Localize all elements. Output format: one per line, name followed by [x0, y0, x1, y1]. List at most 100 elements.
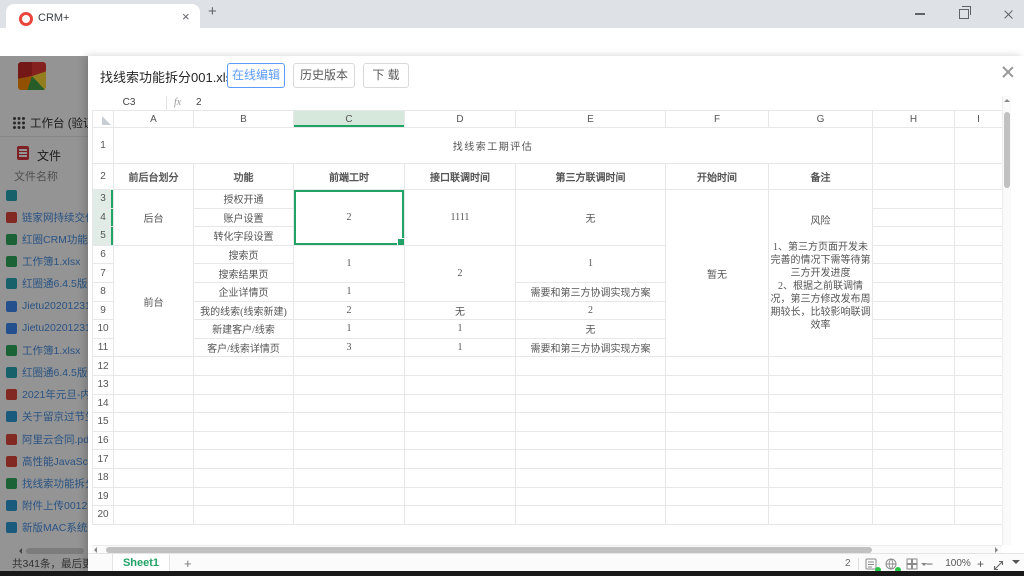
empty-cell[interactable]	[769, 468, 873, 487]
empty-cell[interactable]	[194, 506, 294, 525]
cell-b8[interactable]: 企业详情页	[194, 282, 294, 301]
empty-cell[interactable]	[955, 487, 1003, 506]
header-cell-a2[interactable]: 前后台划分	[114, 164, 194, 190]
fullscreen-icon[interactable]	[993, 558, 1007, 572]
row-header-8[interactable]: 8	[93, 282, 114, 301]
save-status-icon[interactable]	[865, 557, 879, 571]
empty-cell[interactable]	[516, 357, 666, 376]
empty-cell[interactable]	[873, 413, 955, 432]
row-header-13[interactable]: 13	[93, 375, 114, 394]
empty-cell[interactable]	[405, 431, 516, 450]
empty-cell[interactable]	[294, 413, 405, 432]
empty-cell[interactable]	[666, 487, 769, 506]
empty-cell[interactable]	[955, 413, 1003, 432]
empty-cell[interactable]	[955, 320, 1003, 339]
zoom-in-button[interactable]: +	[977, 557, 984, 571]
vertical-scrollbar[interactable]	[1002, 96, 1011, 545]
row-header-11[interactable]: 11	[93, 338, 114, 357]
empty-cell[interactable]	[666, 394, 769, 413]
window-close-button[interactable]	[988, 0, 1024, 28]
empty-cell[interactable]	[873, 282, 955, 301]
empty-cell[interactable]	[955, 375, 1003, 394]
collapse-caret-icon[interactable]	[1012, 560, 1020, 564]
empty-cell[interactable]	[955, 227, 1003, 246]
col-header-c[interactable]: C	[294, 111, 405, 128]
col-header-e[interactable]: E	[516, 111, 666, 128]
empty-cell[interactable]	[873, 245, 955, 264]
empty-cell[interactable]	[955, 338, 1003, 357]
empty-cell[interactable]	[955, 357, 1003, 376]
cell-c6[interactable]: 1	[294, 245, 405, 282]
header-cell-f2[interactable]: 开始时间	[666, 164, 769, 190]
empty-cell[interactable]	[405, 506, 516, 525]
empty-cell[interactable]	[516, 394, 666, 413]
empty-cell[interactable]	[666, 413, 769, 432]
empty-cell[interactable]	[955, 245, 1003, 264]
empty-cell[interactable]	[405, 375, 516, 394]
row-header-3[interactable]: 3	[93, 190, 114, 209]
empty-cell[interactable]	[955, 264, 1003, 283]
empty-cell[interactable]	[516, 431, 666, 450]
empty-cell[interactable]	[873, 338, 955, 357]
download-button[interactable]: 下 载	[363, 63, 409, 88]
cell-e9[interactable]: 2	[516, 301, 666, 320]
empty-cell[interactable]	[516, 468, 666, 487]
cell-c10[interactable]: 1	[294, 320, 405, 339]
empty-cell[interactable]	[955, 450, 1003, 469]
empty-cell[interactable]	[114, 394, 194, 413]
empty-cell[interactable]	[873, 164, 955, 190]
empty-cell[interactable]	[955, 282, 1003, 301]
empty-cell[interactable]	[666, 431, 769, 450]
empty-cell[interactable]	[294, 375, 405, 394]
col-header-h[interactable]: H	[873, 111, 955, 128]
empty-cell[interactable]	[873, 264, 955, 283]
header-cell-c2[interactable]: 前端工时	[294, 164, 405, 190]
empty-cell[interactable]	[769, 450, 873, 469]
cell-c3-selected[interactable]: 2	[294, 190, 405, 246]
row-header-16[interactable]: 16	[93, 431, 114, 450]
cell-c9[interactable]: 2	[294, 301, 405, 320]
network-status-icon[interactable]	[885, 557, 899, 571]
empty-cell[interactable]	[769, 394, 873, 413]
header-cell-b2[interactable]: 功能	[194, 164, 294, 190]
cell-b11[interactable]: 客户/线索详情页	[194, 338, 294, 357]
tab-close-icon[interactable]: ×	[182, 9, 190, 24]
col-header-a[interactable]: A	[114, 111, 194, 128]
empty-cell[interactable]	[114, 413, 194, 432]
empty-cell[interactable]	[114, 468, 194, 487]
zoom-level[interactable]: 100%	[940, 558, 976, 569]
empty-cell[interactable]	[294, 450, 405, 469]
online-edit-button[interactable]: 在线编辑	[227, 63, 285, 88]
col-header-b[interactable]: B	[194, 111, 294, 128]
empty-cell[interactable]	[194, 413, 294, 432]
cell-e3[interactable]: 无	[516, 190, 666, 246]
empty-cell[interactable]	[873, 227, 955, 246]
empty-cell[interactable]	[405, 450, 516, 469]
cell-d3[interactable]: 1111	[405, 190, 516, 246]
empty-cell[interactable]	[114, 506, 194, 525]
empty-cell[interactable]	[873, 320, 955, 339]
empty-cell[interactable]	[516, 487, 666, 506]
empty-cell[interactable]	[873, 128, 955, 164]
empty-cell[interactable]	[955, 394, 1003, 413]
row-header-10[interactable]: 10	[93, 320, 114, 339]
empty-cell[interactable]	[194, 394, 294, 413]
empty-cell[interactable]	[666, 450, 769, 469]
empty-cell[interactable]	[114, 375, 194, 394]
empty-cell[interactable]	[873, 394, 955, 413]
empty-cell[interactable]	[873, 450, 955, 469]
empty-cell[interactable]	[769, 375, 873, 394]
empty-cell[interactable]	[194, 487, 294, 506]
empty-cell[interactable]	[873, 301, 955, 320]
empty-cell[interactable]	[769, 357, 873, 376]
row-header-19[interactable]: 19	[93, 487, 114, 506]
cell-b10[interactable]: 新建客户/线索	[194, 320, 294, 339]
row-header-14[interactable]: 14	[93, 394, 114, 413]
cell-d11[interactable]: 1	[405, 338, 516, 357]
empty-cell[interactable]	[294, 394, 405, 413]
empty-cell[interactable]	[955, 208, 1003, 227]
empty-cell[interactable]	[955, 506, 1003, 525]
view-layout-icon[interactable]	[906, 557, 920, 571]
row-header-5[interactable]: 5	[93, 227, 114, 246]
cell-f3[interactable]: 暂无	[666, 190, 769, 357]
